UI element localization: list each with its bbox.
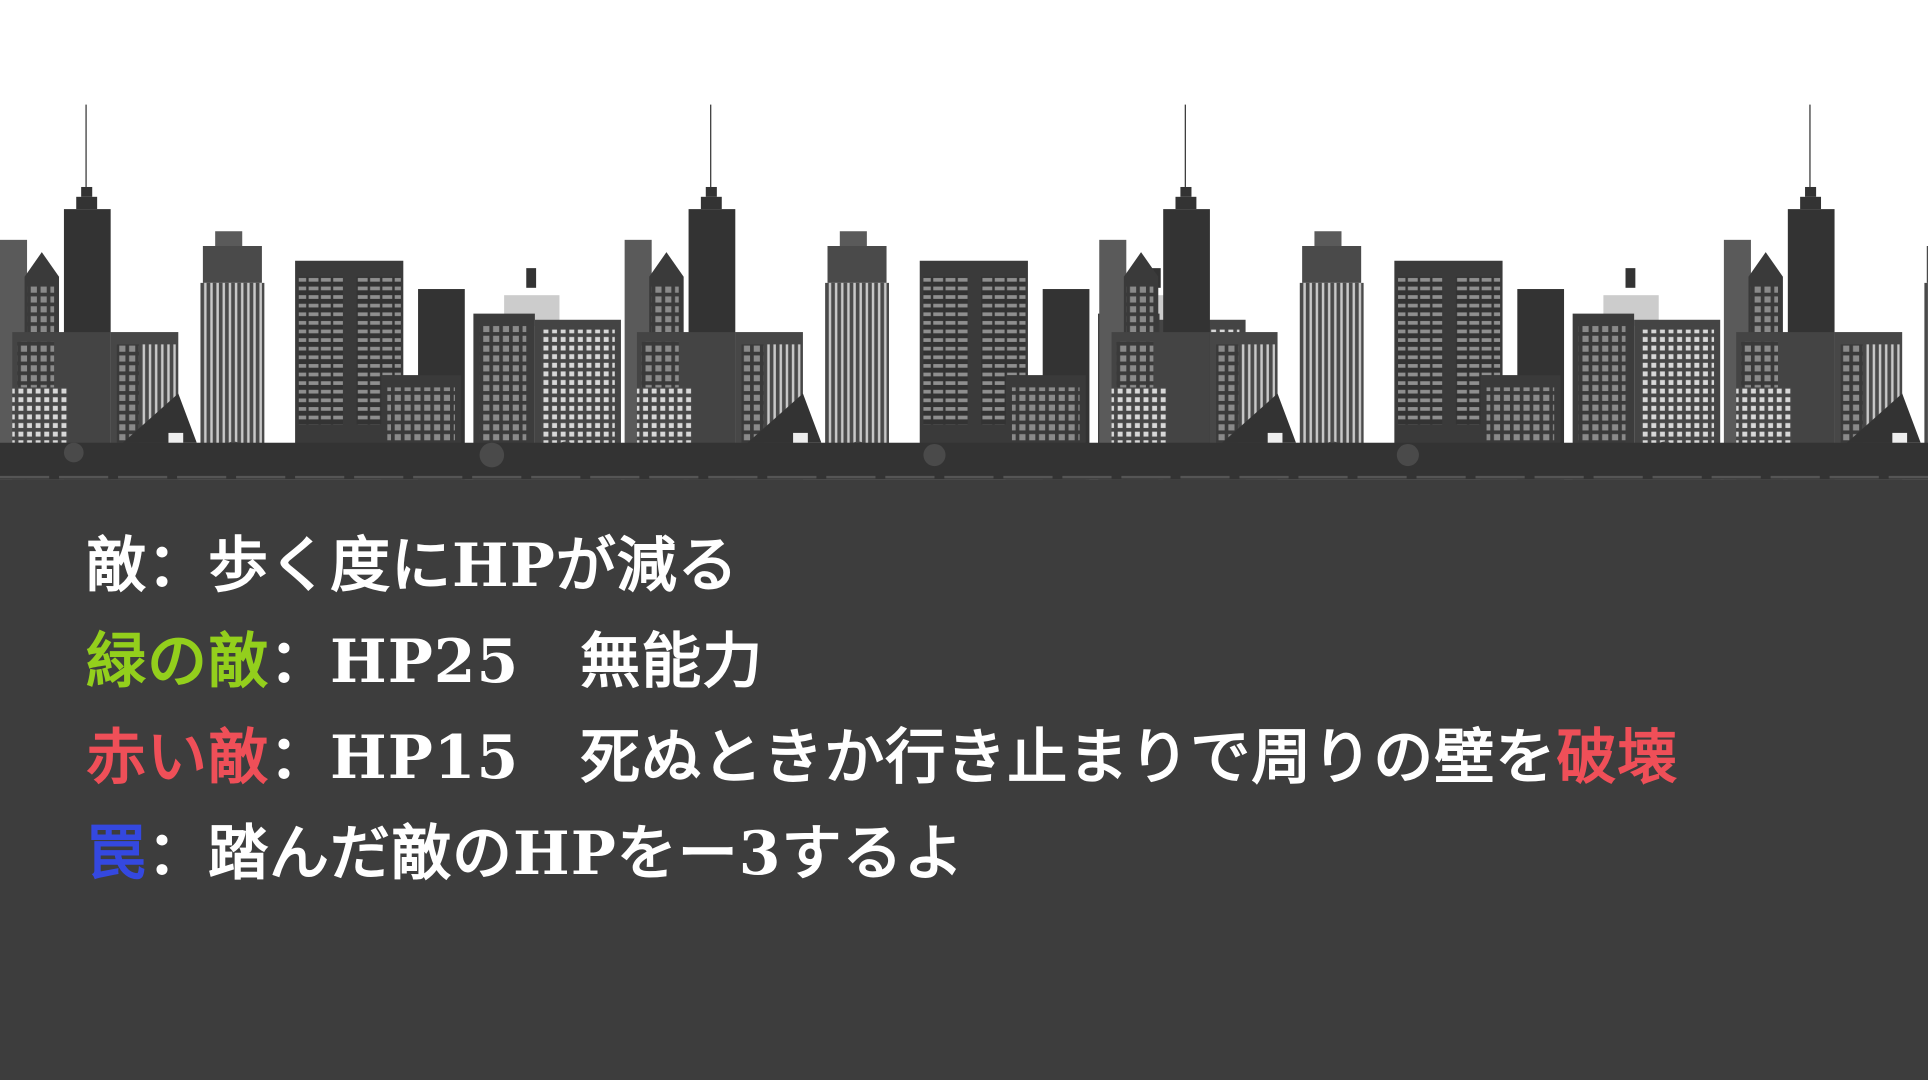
rules-text: 敵：歩く度にHPが減る 緑の敵：HP25 無能力 赤い敵：HP15 死ぬときか行…	[86, 528, 1678, 912]
rule-enemy: 敵：歩く度にHPが減る	[86, 528, 1678, 624]
highlight-destroy: 破壊	[1556, 723, 1679, 793]
desc-enemy: ：歩く度にHPが減る	[147, 531, 739, 601]
desc-green-enemy: ：HP25 無能力	[269, 627, 764, 697]
label-trap: 罠	[86, 819, 147, 889]
label-red-enemy: 赤い敵	[86, 723, 269, 793]
city-skyline-illustration	[0, 103, 1928, 492]
rule-green-enemy: 緑の敵：HP25 無能力	[86, 624, 1678, 720]
desc-trap: ：踏んだ敵のHPをー3するよ	[147, 819, 965, 889]
label-green-enemy: 緑の敵	[86, 627, 269, 697]
rule-trap: 罠：踏んだ敵のHPをー3するよ	[86, 816, 1678, 912]
label-enemy: 敵	[86, 531, 147, 601]
rule-red-enemy: 赤い敵：HP15 死ぬときか行き止まりで周りの壁を破壊	[86, 720, 1678, 816]
desc-red-enemy: ：HP15 死ぬときか行き止まりで周りの壁を	[269, 723, 1557, 793]
